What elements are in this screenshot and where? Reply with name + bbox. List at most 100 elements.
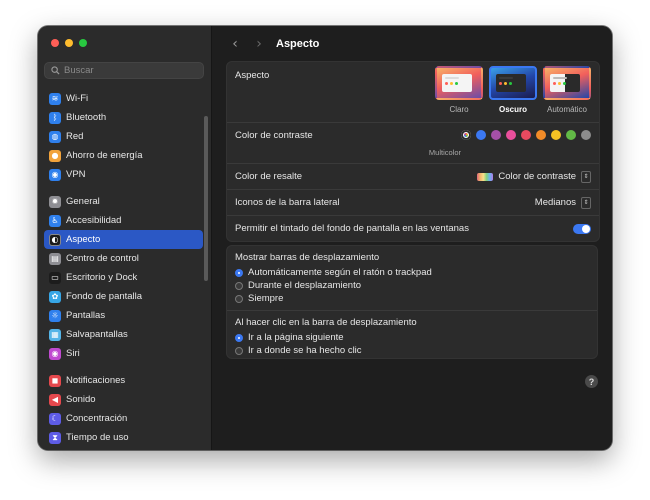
thumbnail-dots [445,82,458,85]
help-button[interactable]: ? [585,375,598,388]
sidebar-group: ◼ Notificaciones ◀ Sonido ☾ Concentración ⧗ Tie… [44,371,203,447]
contrast-color-multicolor[interactable] [461,130,471,140]
sidebar-item-label: Accesibilidad [66,215,122,226]
hourglass-icon: ⧗ [49,431,61,444]
search-input[interactable] [62,65,186,76]
sidebar-item-label: Centro de control [66,253,139,264]
sidebar-item-salvapantallas[interactable]: ▦ Salvapantallas [44,325,203,344]
sidebar-scrollbar[interactable] [204,116,208,281]
sidebar-item-ahorro-de-energía[interactable]: ● Ahorro de energía [44,146,203,165]
sidebar-item-label: Siri [66,348,80,359]
highlight-popup[interactable]: Color de contraste ⇕ [477,170,591,183]
appearance-icon: ◐ [49,233,61,246]
contrast-color-swatch[interactable] [551,130,561,140]
sidebar-item-red[interactable]: ◍ Red [44,127,203,146]
sidebar-item-bluetooth[interactable]: ᛒ Bluetooth [44,108,203,127]
zoom-button[interactable] [79,39,87,47]
radio-option[interactable]: Siempre [235,292,589,305]
thumbnail-bar [553,77,567,79]
contrast-row: Color de contraste Multicolor [227,123,599,164]
sidebar-item-tiempo-de-uso[interactable]: ⧗ Tiempo de uso [44,428,203,447]
appearance-option-oscuro[interactable]: Oscuro [489,66,537,114]
radio-option[interactable]: Ir a la página siguiente [235,331,589,344]
back-button[interactable]: ‹ [226,35,244,53]
sidebar-item-label: General [66,196,100,207]
dock-icon: ▭ [49,271,61,284]
sidebar-item-label: Sonido [66,394,96,405]
thumbnail-dots [499,82,512,85]
control-center-icon: ▤ [49,252,61,265]
contrast-color-swatch[interactable] [476,130,486,140]
gear-icon: ✹ [49,195,61,208]
sidebar-group: ≋ Wi-Fi ᛒ Bluetooth ◍ Red ● Ahorro de energía ◉ V… [44,89,203,184]
sidebar-item-aspecto[interactable]: ◐ Aspecto [44,230,203,249]
contrast-color-swatch[interactable] [521,130,531,140]
close-button[interactable] [51,39,59,47]
screensaver-icon: ▦ [49,328,61,341]
sidebar-item-escritorio-y-dock[interactable]: ▭ Escritorio y Dock [44,268,203,287]
contrast-color-swatch[interactable] [491,130,501,140]
contrast-color-picker [461,130,591,140]
radio-option[interactable]: Durante el desplazamiento [235,279,589,292]
search-field[interactable] [44,62,204,79]
page-title: Aspecto [276,37,320,50]
tinting-toggle[interactable] [573,223,591,234]
sidebar-item-concentración[interactable]: ☾ Concentración [44,409,203,428]
tinting-label: Permitir el tintado del fondo de pantall… [235,223,469,234]
help-icon: ? [588,376,595,387]
sidebar-item-sonido[interactable]: ◀ Sonido [44,390,203,409]
sidebar-item-label: Concentración [66,413,128,424]
sidebar-item-fondo-de-pantalla[interactable]: ✿ Fondo de pantalla [44,287,203,306]
window-controls [51,39,87,47]
sidebar-item-label: Aspecto [66,234,101,245]
sidebar-item-wi-fi[interactable]: ≋ Wi-Fi [44,89,203,108]
globe-icon: ◍ [49,130,61,143]
highlight-value: Color de contraste [498,171,576,182]
appearance-card: Aspecto Claro Oscuro Automático Color de c… [226,61,600,242]
sidebar-icons-popup[interactable]: Medianos ⇕ [535,196,591,209]
radio-option[interactable]: Automáticamente según el ratón o trackpa… [235,266,589,279]
minimize-button[interactable] [65,39,73,47]
click-scroll-title: Al hacer clic en la barra de desplazamie… [235,317,417,328]
radio-label: Durante el desplazamiento [248,280,362,291]
contrast-color-swatch[interactable] [566,130,576,140]
sidebar-item-general[interactable]: ✹ General [44,192,203,211]
lightbulb-icon: ● [49,149,61,162]
click-scroll-options: Ir a la página siguiente Ir a donde se ha… [235,331,589,357]
sidebar-item-label: Bluetooth [66,112,107,123]
tinting-row: Permitir el tintado del fondo de pantall… [227,216,599,241]
appearance-option-automático[interactable]: Automático [543,66,591,114]
divider [227,310,597,311]
sidebar-item-siri[interactable]: ◉ Siri [44,344,203,363]
sidebar: ≋ Wi-Fi ᛒ Bluetooth ◍ Red ● Ahorro de energía ◉ V… [38,26,212,450]
sidebar-item-notificaciones[interactable]: ◼ Notificaciones [44,371,203,390]
sidebar-item-centro-de-control[interactable]: ▤ Centro de control [44,249,203,268]
sidebar-item-vpn[interactable]: ◉ VPN [44,165,203,184]
highlight-row: Color de resalte Color de contraste ⇕ [227,164,599,190]
siri-icon: ◉ [49,347,61,360]
scroll-settings-card: Mostrar barras de desplazamiento Automát… [226,245,598,359]
radio-label: Automáticamente según el ratón o trackpa… [248,267,432,278]
contrast-color-swatch[interactable] [506,130,516,140]
sidebar-item-label: Ahorro de energía [66,150,143,161]
bluetooth-icon: ᛒ [49,111,61,124]
thumbnail-dots [553,82,566,85]
contrast-color-swatch[interactable] [536,130,546,140]
forward-button[interactable]: › [250,35,268,53]
radio-selected-icon [235,268,243,277]
sidebar-icons-row: Iconos de la barra lateral Medianos ⇕ [227,190,599,216]
appearance-options: Claro Oscuro Automático [435,66,591,114]
radio-option[interactable]: Ir a donde se ha hecho clic [235,344,589,357]
radio-label: Ir a la página siguiente [248,332,344,343]
appearance-option-label: Claro [449,105,469,114]
sidebar-item-pantallas[interactable]: ☼ Pantallas [44,306,203,325]
radio-label: Siempre [248,293,284,304]
radio-unselected-icon [235,294,243,303]
sidebar-item-accesibilidad[interactable]: ♿ Accesibilidad [44,211,203,230]
sidebar-item-label: VPN [66,169,86,180]
appearance-option-claro[interactable]: Claro [435,66,483,114]
display-icon: ☼ [49,309,61,322]
speaker-icon: ◀ [49,393,61,406]
contrast-color-swatch[interactable] [581,130,591,140]
highlight-label: Color de resalte [235,171,303,182]
